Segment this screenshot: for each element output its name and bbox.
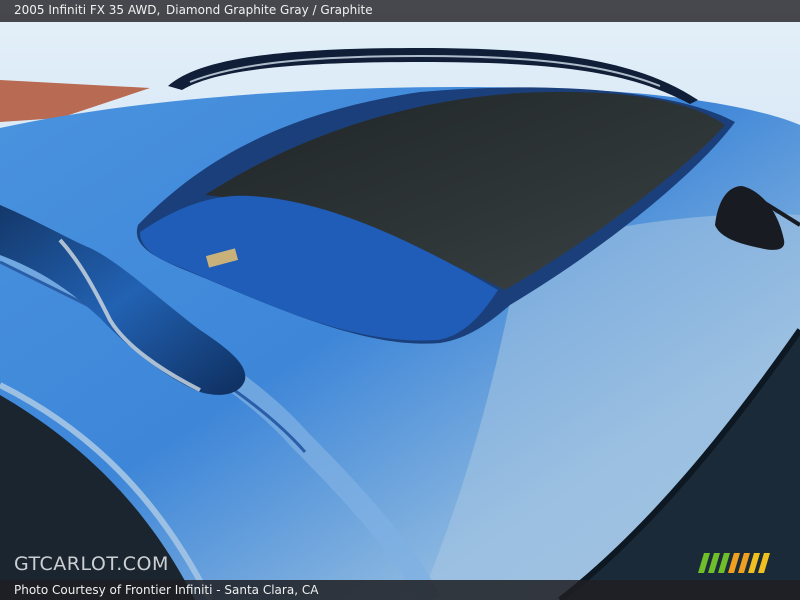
vehicle-name: 2005 Infiniti FX 35 AWD, [14,3,161,17]
brand-stripes-icon [698,553,770,573]
credit-bar: Photo Courtesy of Frontier Infiniti - Sa… [0,580,800,600]
gtcarlot-logo: GTCARLOT.COM [14,553,169,575]
photo-credit: Photo Courtesy of Frontier Infiniti - Sa… [14,583,319,597]
title-bar: 2005 Infiniti FX 35 AWD, Diamond Graphit… [0,0,800,22]
vehicle-color: Diamond Graphite Gray / Graphite [166,3,373,17]
car-roof-photo [0,0,800,600]
